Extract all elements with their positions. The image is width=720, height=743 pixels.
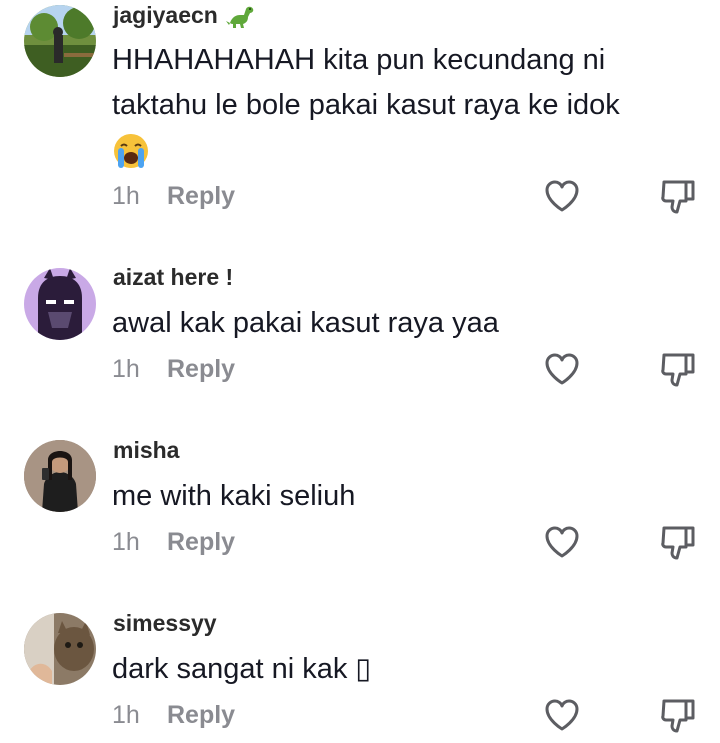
username[interactable]: simessyy [113,610,217,637]
timestamp: 1h [112,701,140,729]
comment-text-content: dark sangat ni kak ▯ [112,653,372,685]
avatar[interactable] [24,440,96,512]
comment-text-content: HHAHAHAHAH kita pun kecundang ni taktahu… [112,44,620,121]
reply-button[interactable]: Reply [167,182,235,211]
like-button[interactable] [542,522,582,562]
username[interactable]: misha [113,437,179,464]
comment-text: dark sangat ni kak ▯ [112,647,692,692]
reply-button[interactable]: Reply [167,355,235,384]
comment-meta: 1h Reply [112,528,235,557]
heart-icon [545,526,579,558]
comment-meta: 1h Reply [112,355,235,384]
thumbs-down-icon [661,526,695,560]
comment-meta: 1h Reply [112,182,235,211]
avatar[interactable] [24,613,96,685]
loudly-crying-face-icon [112,132,150,170]
username-label: aizat here ! [113,264,234,290]
comment-text: me with kaki seliuh [112,474,692,519]
comment-meta: 1h Reply [112,701,235,730]
comment-text: awal kak pakai kasut raya yaa [112,301,692,346]
thumbs-down-icon [661,180,695,214]
like-button[interactable] [542,349,582,389]
dislike-button[interactable] [658,177,698,217]
username[interactable]: aizat here ! [113,264,233,291]
comment-text-content: awal kak pakai kasut raya yaa [112,307,499,339]
username[interactable]: jagiyaecn [113,2,256,29]
heart-icon [545,353,579,385]
username-label: misha [113,437,180,463]
timestamp: 1h [112,528,140,556]
timestamp: 1h [112,182,140,210]
thumbs-down-icon [661,353,695,387]
like-button[interactable] [542,695,582,735]
heart-icon [545,180,579,212]
username-label: jagiyaecn [113,2,218,28]
timestamp: 1h [112,355,140,383]
like-button[interactable] [542,176,582,216]
avatar[interactable] [24,268,96,340]
dislike-button[interactable] [658,350,698,390]
reply-button[interactable]: Reply [167,701,235,730]
avatar[interactable] [24,5,96,77]
dinosaur-icon [225,3,256,29]
thumbs-down-icon [661,699,695,733]
comment-text: HHAHAHAHAH kita pun kecundang ni taktahu… [112,38,692,173]
username-label: simessyy [113,610,217,636]
dislike-button[interactable] [658,696,698,736]
comment-text-content: me with kaki seliuh [112,480,356,512]
heart-icon [545,699,579,731]
dislike-button[interactable] [658,523,698,563]
reply-button[interactable]: Reply [167,528,235,557]
